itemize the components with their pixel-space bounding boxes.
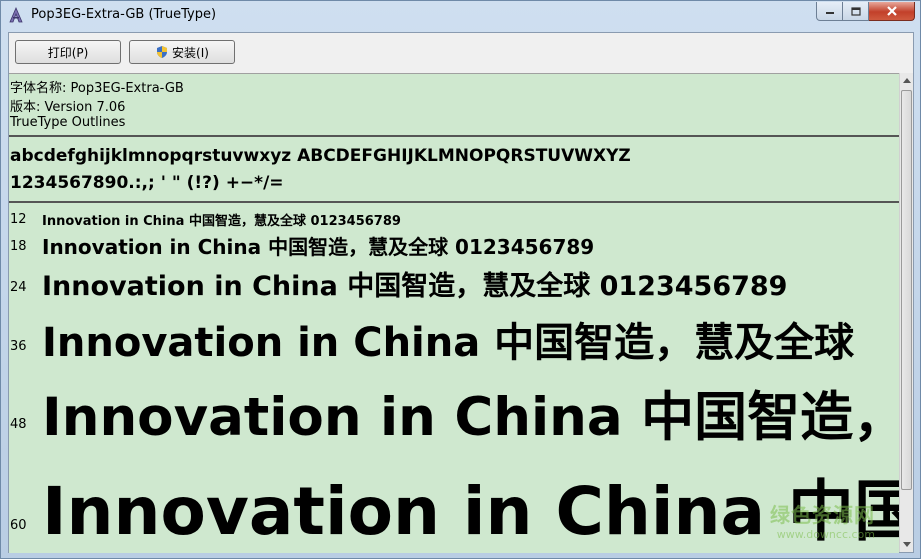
sample-text: Innovation in China 中国智造，	[42, 387, 899, 448]
watermark-url: www.downcc.com	[776, 528, 875, 541]
scroll-up-icon	[902, 78, 911, 83]
install-button-label: 安装(I)	[172, 45, 209, 60]
sample-text: Innovation in China 中国智造，慧及全球	[42, 320, 855, 366]
watermark-title: 绿色资源网	[770, 503, 875, 527]
sample-size-label: 18	[10, 239, 27, 254]
sample-size-label: 24	[10, 280, 27, 295]
print-button-label: 打印(P)	[47, 45, 89, 60]
font-viewer-window: Pop3EG-Extra-GB (TrueType) 打印(P) 安装(I) 字…	[0, 0, 921, 559]
sample-text: Innovation in China 中国智造，慧及全球 0123456789	[42, 214, 401, 229]
font-preview-pane[interactable]: 字体名称: Pop3EG-Extra-GB 版本: Version 7.06 T…	[9, 73, 899, 553]
charset-letters: abcdefghijklmnopqrstuvwxyz ABCDEFGHIJKLM…	[10, 146, 631, 166]
scroll-down-icon	[902, 542, 911, 547]
scroll-down-button[interactable]	[900, 537, 913, 552]
client-area: 打印(P) 安装(I) 字体名称: Pop3EG-Extra-GB 版本: Ve…	[8, 32, 914, 553]
font-version-line: 版本: Version 7.06	[10, 100, 126, 115]
watermark: 绿色资源网 www.downcc.com	[770, 499, 875, 541]
print-button[interactable]: 打印(P)	[15, 40, 121, 64]
separator	[9, 201, 899, 203]
vertical-scrollbar[interactable]	[899, 73, 913, 552]
maximize-button[interactable]	[843, 2, 869, 21]
font-outline-line: TrueType Outlines	[10, 115, 126, 130]
uac-shield-icon	[157, 46, 168, 58]
sample-size-label: 36	[10, 339, 27, 354]
sample-text: Innovation in China 中国智造，慧及全球 0123456789	[42, 271, 788, 302]
install-button[interactable]: 安装(I)	[129, 40, 235, 64]
caption-buttons	[816, 2, 915, 22]
title-bar[interactable]: Pop3EG-Extra-GB (TrueType)	[1, 1, 920, 31]
separator	[9, 135, 899, 137]
sample-text: Innovation in China 中国智造，慧及全球 0123456789	[42, 235, 595, 259]
sample-size-label: 48	[10, 417, 27, 432]
maximize-icon	[850, 6, 861, 16]
scroll-thumb[interactable]	[901, 90, 912, 490]
minimize-icon	[825, 12, 834, 14]
window-title: Pop3EG-Extra-GB (TrueType)	[31, 7, 217, 22]
scroll-up-button[interactable]	[900, 73, 913, 88]
close-icon	[886, 6, 897, 16]
charset-digits: 1234567890.:,; ' " (!?) +−*/=	[10, 173, 284, 193]
font-viewer-icon	[9, 7, 23, 23]
font-name-line: 字体名称: Pop3EG-Extra-GB	[10, 81, 184, 96]
toolbar: 打印(P) 安装(I)	[9, 33, 913, 73]
minimize-button[interactable]	[816, 2, 843, 21]
sample-size-label: 60	[10, 518, 27, 533]
sample-size-label: 12	[10, 212, 27, 227]
close-button[interactable]	[869, 2, 915, 21]
